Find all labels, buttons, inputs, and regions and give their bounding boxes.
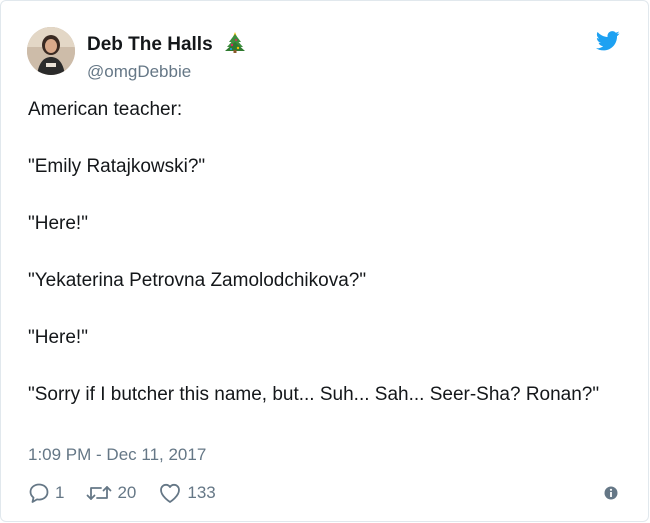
tweet-line: "Emily Ratajkowski?" [28,156,206,177]
tweet-line: "Here!" [28,327,88,348]
author-handle[interactable]: @omgDebbie [87,61,246,83]
retweet-count: 20 [117,483,137,502]
christmas-tree-icon [224,31,246,60]
tweet-text: American teacher: "Emily Ratajkowski?" "… [28,97,608,408]
action-bar: 1 20 133 [28,481,238,505]
tweet-card: Deb The Halls @omgDebbie American teache… [0,0,649,522]
info-icon[interactable] [604,486,618,500]
reply-icon [28,482,55,504]
tweet-line: American teacher: [28,99,183,120]
author-name-text: Deb The Halls [87,34,213,55]
author-info[interactable]: Deb The Halls @omgDebbie [87,31,246,83]
author-display-name[interactable]: Deb The Halls [87,31,246,60]
tweet-line: "Here!" [28,213,88,234]
tweet-timestamp[interactable]: 1:09 PM - Dec 11, 2017 [28,444,206,466]
retweet-icon [86,482,117,504]
reply-count: 1 [55,483,65,502]
like-count: 133 [187,483,216,502]
like-button[interactable]: 133 [158,482,216,504]
twitter-bird-icon[interactable] [595,31,620,51]
reply-button[interactable]: 1 [28,482,64,504]
heart-icon [158,482,187,504]
avatar[interactable] [27,27,75,75]
tweet-line: "Sorry if I butcher this name, but... Su… [28,384,600,405]
retweet-button[interactable]: 20 [86,482,136,504]
tweet-line: "Yekaterina Petrovna Zamolodchikova?" [28,270,367,291]
